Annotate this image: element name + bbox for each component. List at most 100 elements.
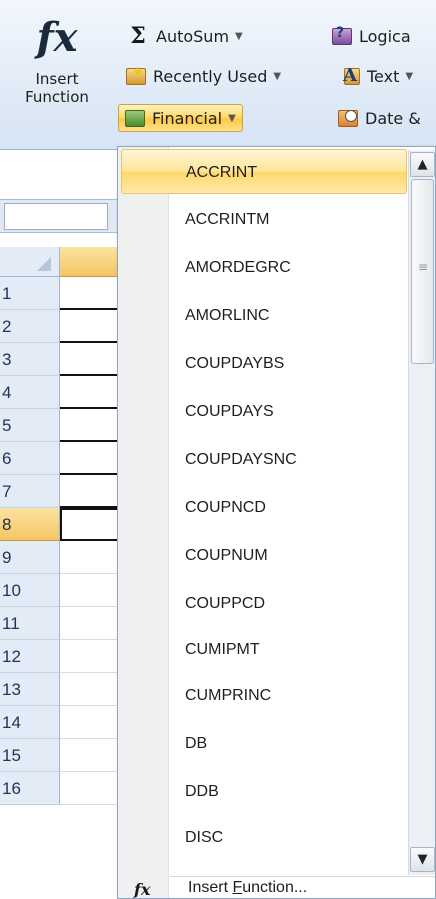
row-header[interactable]: 13 (0, 673, 60, 706)
sigma-icon: Σ (130, 23, 146, 49)
cell[interactable] (60, 673, 120, 706)
cell[interactable] (60, 640, 120, 673)
menu-item-amorlinc[interactable]: AMORLINC (121, 293, 407, 338)
table-row: 13 (0, 673, 120, 706)
cell[interactable] (60, 310, 120, 343)
fx-icon: fx (134, 880, 151, 899)
cell[interactable] (60, 277, 120, 310)
menu-item-couppcd[interactable]: COUPPCD (121, 581, 407, 626)
row-header[interactable]: 12 (0, 640, 60, 673)
formulas-ribbon: fx Insert Function Σ AutoSum ▼ ★ Recentl… (0, 0, 436, 150)
cell[interactable] (60, 706, 120, 739)
insert-function-menu-item[interactable]: fx Insert Function... (118, 877, 435, 899)
cell[interactable] (60, 409, 120, 442)
logical-label: Logica (359, 26, 411, 46)
cell[interactable] (60, 574, 120, 607)
row-header[interactable]: 5 (0, 409, 60, 442)
table-row: 15 (0, 739, 120, 772)
autosum-label: AutoSum (156, 26, 230, 46)
fx-icon: fx (36, 14, 78, 61)
text-button[interactable]: A Text ▼ (338, 62, 413, 90)
row-header[interactable]: 14 (0, 706, 60, 739)
chevron-down-icon: ▼ (405, 70, 414, 82)
chevron-down-icon: ▼ (273, 70, 282, 82)
date-time-label: Date & (365, 108, 421, 128)
scroll-down-icon[interactable]: ▼ (410, 847, 435, 872)
menu-item-accrint[interactable]: ACCRINT (121, 149, 407, 194)
table-row: 14 (0, 706, 120, 739)
table-row: 16 (0, 772, 120, 805)
name-box[interactable] (4, 203, 108, 230)
table-row: 7 (0, 475, 120, 508)
row-header[interactable]: 9 (0, 541, 60, 574)
row-header[interactable]: 2 (0, 310, 60, 343)
row-header-active[interactable]: 8 (0, 508, 60, 541)
menu-item-coupdaybs[interactable]: COUPDAYBS (121, 341, 407, 386)
row-header[interactable]: 11 (0, 607, 60, 640)
insert-function-button[interactable]: fx Insert Function (2, 4, 112, 144)
logical-book-icon: ? (330, 25, 354, 47)
scroll-thumb[interactable]: ≡ (411, 179, 434, 364)
menu-item-accrintm[interactable]: ACCRINTM (121, 197, 407, 242)
column-header-a[interactable] (60, 247, 120, 277)
insert-function-menu-label: Insert Function... (188, 879, 308, 896)
row-header[interactable]: 6 (0, 442, 60, 475)
financial-book-icon (123, 107, 147, 129)
table-row: 1 (0, 277, 120, 310)
menu-scrollbar[interactable]: ▲ ≡ ▼ (408, 150, 435, 875)
recently-used-button[interactable]: ★ Recently Used ▼ (124, 62, 281, 90)
row-header[interactable]: 7 (0, 475, 60, 508)
autosum-button[interactable]: Σ AutoSum ▼ (128, 22, 243, 50)
chevron-down-icon: ▼ (228, 112, 236, 124)
insert-function-label-line1: Insert (35, 70, 79, 88)
cell[interactable] (60, 607, 120, 640)
menu-item-coupnum[interactable]: COUPNUM (121, 533, 407, 578)
table-row: 11 (0, 607, 120, 640)
grip-icon: ≡ (417, 260, 429, 274)
cell[interactable] (60, 475, 120, 508)
logical-button[interactable]: ? Logica (330, 22, 411, 50)
star-book-icon: ★ (124, 65, 148, 87)
menu-item-coupncd[interactable]: COUPNCD (121, 485, 407, 530)
cell[interactable] (60, 343, 120, 376)
row-header[interactable]: 16 (0, 772, 60, 805)
table-row: 2 (0, 310, 120, 343)
menu-item-amordegrc[interactable]: AMORDEGRC (121, 245, 407, 290)
menu-item-coupdaysnc[interactable]: COUPDAYSNC (121, 437, 407, 482)
menu-item-cumipmt[interactable]: CUMIPMT (121, 627, 407, 672)
table-row: 4 (0, 376, 120, 409)
row-header[interactable]: 4 (0, 376, 60, 409)
chevron-down-icon: ▼ (235, 30, 243, 42)
menu-item-coupdays[interactable]: COUPDAYS (121, 389, 407, 434)
row-header[interactable]: 1 (0, 277, 60, 310)
insert-function-label-line2: Function (25, 88, 89, 106)
table-row: 9 (0, 541, 120, 574)
financial-button[interactable]: Financial ▼ (118, 104, 243, 132)
menu-item-ddb[interactable]: DDB (121, 769, 407, 814)
row-header[interactable]: 3 (0, 343, 60, 376)
select-all-corner[interactable] (0, 247, 60, 277)
cell[interactable] (60, 541, 120, 574)
recently-used-label: Recently Used (153, 66, 268, 86)
table-row: 6 (0, 442, 120, 475)
date-time-button[interactable]: Date & (336, 104, 421, 132)
table-row: 12 (0, 640, 120, 673)
cell[interactable] (60, 442, 120, 475)
text-book-icon: A (338, 65, 362, 87)
scroll-up-icon[interactable]: ▲ (410, 152, 435, 177)
row-header[interactable]: 10 (0, 574, 60, 607)
text-label: Text (367, 66, 400, 86)
cell[interactable] (60, 772, 120, 805)
row-header[interactable]: 15 (0, 739, 60, 772)
cell[interactable] (60, 376, 120, 409)
menu-item-cumprinc[interactable]: CUMPRINC (121, 673, 407, 718)
date-time-book-icon (336, 107, 360, 129)
menu-item-db[interactable]: DB (121, 721, 407, 766)
menu-item-disc[interactable]: DISC (121, 815, 407, 860)
active-cell[interactable] (60, 508, 120, 541)
table-row: 3 (0, 343, 120, 376)
cell[interactable] (60, 739, 120, 772)
table-row: 10 (0, 574, 120, 607)
financial-label: Financial (152, 108, 223, 128)
financial-functions-menu: ACCRINT ACCRINTM AMORDEGRC AMORLINC COUP… (117, 146, 436, 899)
